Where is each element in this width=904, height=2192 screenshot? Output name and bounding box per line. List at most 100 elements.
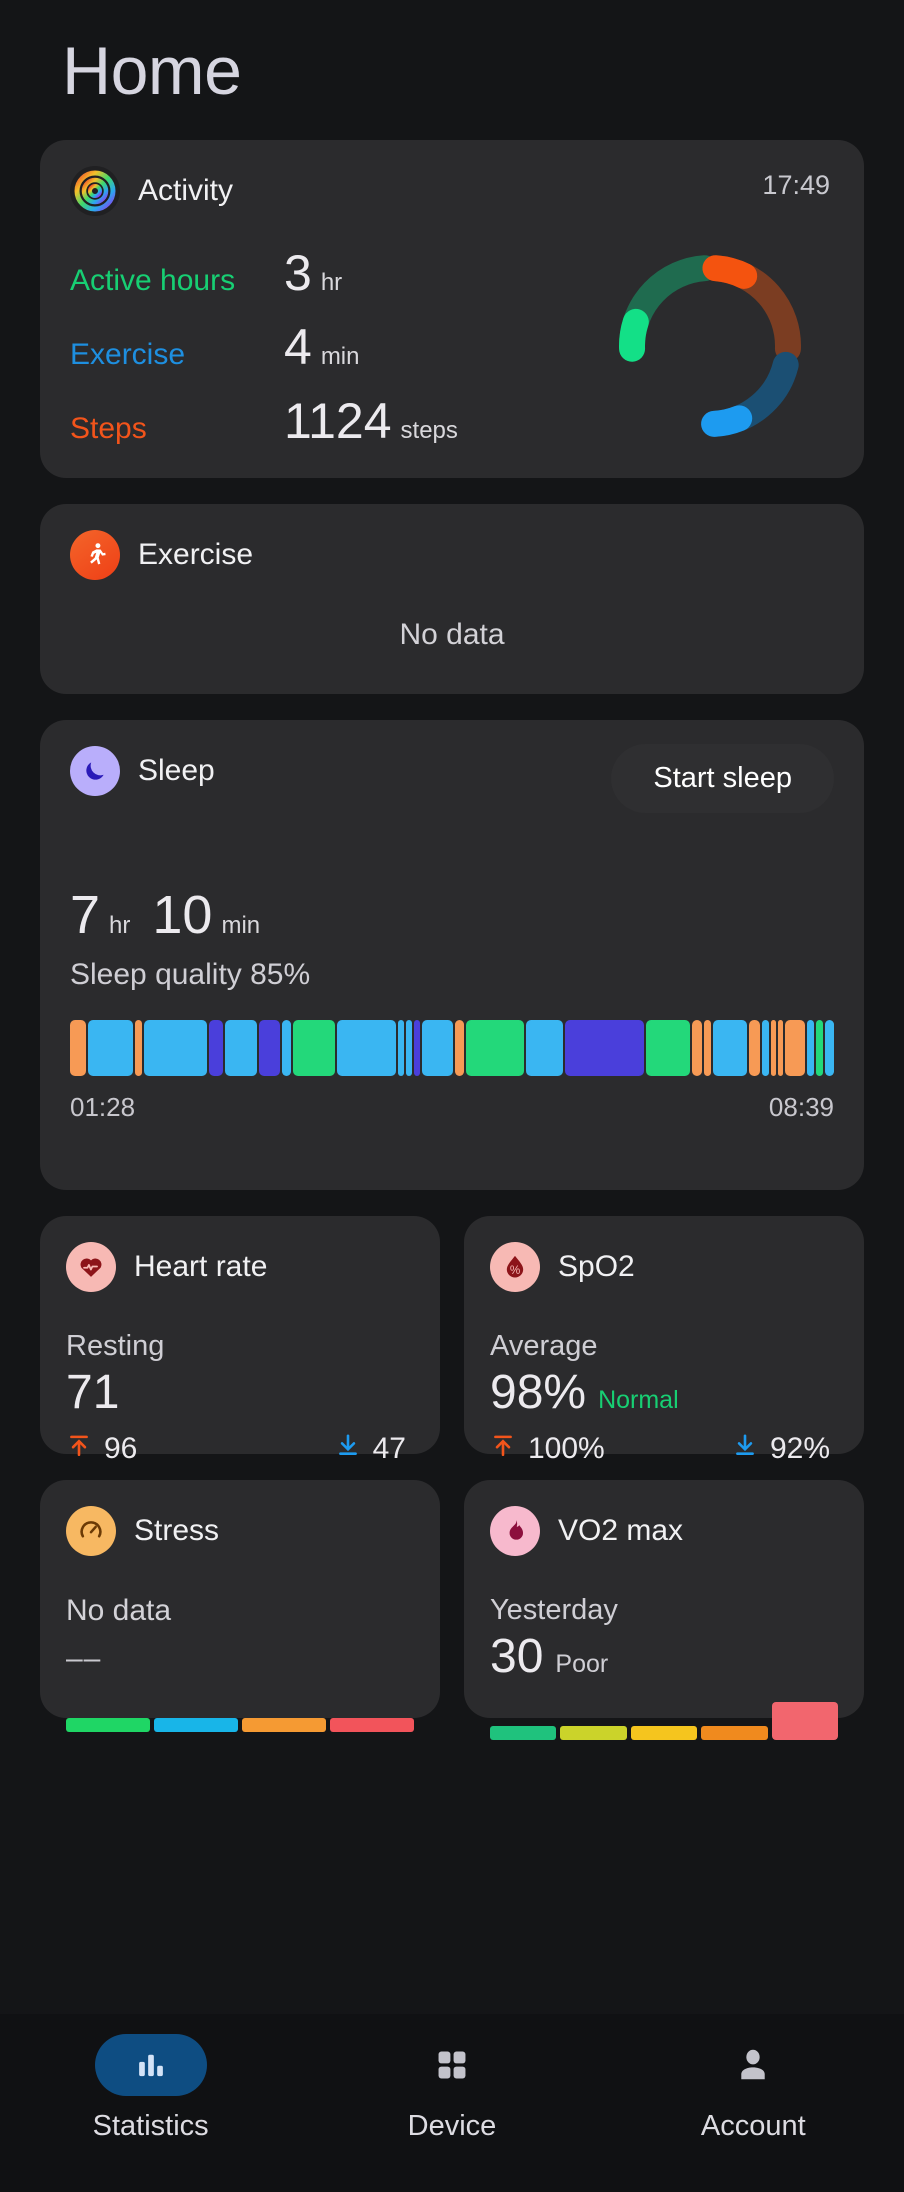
- heart-rate-min-value: 47: [372, 1432, 406, 1465]
- activity-label-active-hours: Active hours: [70, 264, 236, 297]
- sleep-hypnogram-chart[interactable]: [70, 1020, 834, 1076]
- sleep-stage-segment: [259, 1020, 280, 1076]
- exercise-empty-state: No data: [399, 618, 505, 651]
- metrics-row-2: Stress No data –– VO2 max Yesterday 30 P…: [40, 1480, 864, 1740]
- stress-card[interactable]: Stress No data ––: [40, 1480, 440, 1732]
- heart-rate-card[interactable]: Heart rate Resting 71 96 47: [40, 1216, 440, 1465]
- arrow-down-icon: [732, 1432, 758, 1466]
- vo2max-sub: Yesterday: [490, 1594, 618, 1626]
- exercise-card[interactable]: Exercise No data: [40, 504, 864, 694]
- sleep-stage-segment: [564, 1020, 644, 1076]
- sleep-stage-segment: [292, 1020, 336, 1076]
- sleep-stage-segment: [208, 1020, 223, 1076]
- running-person-icon: [70, 530, 120, 580]
- bar-chart-icon[interactable]: [94, 2034, 207, 2096]
- sleep-stage-segment: [806, 1020, 814, 1076]
- heart-rate-minmax: 96 47: [66, 1432, 414, 1466]
- activity-unit-exercise: min: [320, 343, 360, 370]
- blood-drop-percent-icon: %: [490, 1242, 540, 1292]
- spo2-card[interactable]: % SpO2 Average 98% Normal 100% 92%: [464, 1216, 864, 1465]
- sleep-start-time: 01:28: [70, 1092, 136, 1122]
- bottom-navigation: Statistics Device Account: [0, 2014, 904, 2192]
- spo2-max: 100%: [490, 1432, 605, 1466]
- scroll-area[interactable]: Home Activity 17:49 Active hours 3 hr Ex…: [0, 0, 904, 2014]
- grid-squares-icon[interactable]: [396, 2034, 508, 2096]
- vo2max-level-segment: [701, 1726, 768, 1740]
- vo2max-card-header: VO2 max: [490, 1506, 838, 1556]
- heart-rate-min: 47: [335, 1432, 406, 1466]
- start-sleep-button[interactable]: Start sleep: [611, 744, 834, 813]
- activity-value-active-hours: 3: [284, 245, 312, 301]
- sleep-stage-segment: [406, 1020, 413, 1076]
- activity-unit-steps: steps: [400, 417, 458, 444]
- heart-rate-main: 71: [66, 1365, 414, 1420]
- sleep-quality: Sleep quality 85%: [70, 958, 311, 991]
- sleep-stage-segment: [692, 1020, 702, 1076]
- activity-card-header: Activity: [70, 166, 834, 216]
- sleep-hours-value: 7: [70, 885, 101, 945]
- vo2max-rating: Poor: [555, 1650, 609, 1678]
- sleep-stage-segment: [70, 1020, 87, 1076]
- stress-level-segment: [330, 1718, 414, 1732]
- activity-value-steps: 1124: [284, 393, 392, 449]
- activity-timestamp: 17:49: [762, 170, 830, 200]
- app-screen: Home Activity 17:49 Active hours 3 hr Ex…: [0, 0, 904, 2192]
- sleep-end-time: 08:39: [768, 1092, 834, 1122]
- sleep-stage-segment: [778, 1020, 784, 1076]
- vo2max-level-segment: [490, 1726, 557, 1740]
- arrow-up-icon: [66, 1432, 92, 1466]
- sleep-stage-segment: [762, 1020, 770, 1076]
- gauge-icon: [66, 1506, 116, 1556]
- activity-unit-active-hours: hr: [320, 269, 343, 296]
- activity-label-steps: Steps: [70, 412, 147, 445]
- metrics-row-1: Heart rate Resting 71 96 47 % SpO2 Avera…: [40, 1216, 864, 1465]
- sleep-stage-segment: [422, 1020, 453, 1076]
- arrow-up-icon: [490, 1432, 516, 1466]
- vo2max-value: 30: [490, 1630, 544, 1683]
- nav-label-account: Account: [700, 2110, 806, 2142]
- sleep-stage-segment: [526, 1020, 563, 1076]
- nav-label-statistics: Statistics: [92, 2110, 209, 2142]
- vo2max-level-segment: [771, 1702, 839, 1740]
- spo2-min-value: 92%: [769, 1432, 830, 1465]
- activity-label-exercise: Exercise: [70, 338, 186, 371]
- sleep-duration: 7 hr 10 min: [70, 884, 834, 946]
- heart-rate-max-value: 96: [104, 1432, 138, 1465]
- sleep-stage-segment: [785, 1020, 805, 1076]
- moon-icon: [70, 746, 120, 796]
- sleep-minutes-value: 10: [152, 885, 213, 945]
- nav-item-account[interactable]: Account: [603, 2034, 904, 2143]
- spo2-max-value: 100%: [528, 1432, 605, 1465]
- sleep-hours-unit: hr: [109, 912, 131, 939]
- stress-level-segment: [66, 1718, 150, 1732]
- exercise-card-header: Exercise: [70, 530, 834, 580]
- spo2-value: 98%: [490, 1366, 587, 1419]
- person-icon[interactable]: [697, 2034, 809, 2096]
- page-title: Home: [62, 33, 242, 109]
- sleep-stage-segment: [224, 1020, 258, 1076]
- activity-card[interactable]: Activity 17:49 Active hours 3 hr Exercis…: [40, 140, 864, 478]
- sleep-time-range: 01:28 08:39: [70, 1092, 834, 1123]
- nav-item-statistics[interactable]: Statistics: [0, 2034, 301, 2143]
- heart-rate-card-header: Heart rate: [66, 1242, 414, 1292]
- stress-empty-state: No data: [66, 1594, 172, 1627]
- sleep-minutes-unit: min: [221, 912, 261, 939]
- activity-rings-chart: [600, 236, 820, 456]
- flame-icon: [490, 1506, 540, 1556]
- vo2max-card[interactable]: VO2 max Yesterday 30 Poor: [464, 1480, 864, 1740]
- sleep-stage-segment: [454, 1020, 464, 1076]
- sleep-stage-segment: [824, 1020, 834, 1076]
- vo2max-main: 30 Poor: [490, 1629, 838, 1684]
- svg-text:%: %: [510, 1264, 520, 1277]
- stress-level-segment: [242, 1718, 326, 1732]
- nav-item-device[interactable]: Device: [301, 2034, 602, 2143]
- spo2-status-badge: Normal: [598, 1386, 679, 1414]
- sleep-card[interactable]: Sleep Start sleep 7 hr 10 min Sleep qual…: [40, 720, 864, 1190]
- activity-rings-icon: [70, 166, 120, 216]
- heart-pulse-icon: [66, 1242, 116, 1292]
- stress-level-segment: [154, 1718, 238, 1732]
- sleep-stage-segment: [749, 1020, 761, 1076]
- sleep-stage-segment: [771, 1020, 777, 1076]
- stress-level-bar: [66, 1710, 414, 1732]
- sleep-stage-segment: [88, 1020, 133, 1076]
